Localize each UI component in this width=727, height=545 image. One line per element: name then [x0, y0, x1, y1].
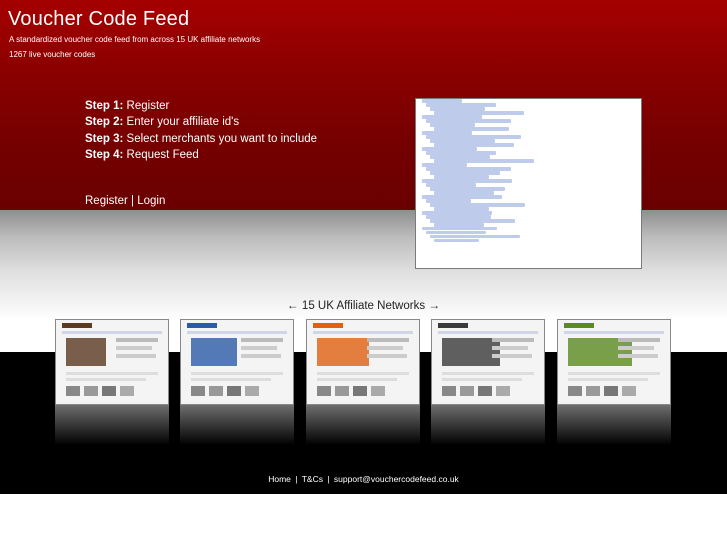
xml-feed-preview-image — [415, 98, 642, 269]
auth-separator: | — [131, 195, 135, 207]
site-title: Voucher Code Feed — [8, 8, 190, 30]
step-label: Step 4: — [85, 148, 124, 161]
step-label: Step 1: — [85, 100, 124, 112]
xml-code-line — [430, 218, 515, 223]
network-thumb-5[interactable] — [557, 319, 671, 405]
network-thumb-3[interactable] — [306, 319, 420, 405]
xml-code-line — [434, 222, 484, 227]
thumbnail-reflection — [557, 405, 671, 445]
step-1: Step 1: Register — [85, 98, 317, 114]
register-link[interactable]: Register — [85, 195, 128, 207]
thumbnail-reflection — [55, 405, 169, 445]
thumbnail-reflection — [306, 405, 420, 445]
step-label: Step 2: — [85, 116, 124, 129]
step-text: Register — [123, 100, 170, 112]
xml-code-line — [426, 214, 491, 219]
auth-links: Register | Login — [85, 195, 165, 207]
networks-label: 15 UK Affiliate Networks — [301, 300, 426, 312]
xml-code-line — [430, 234, 520, 239]
step-text: Select merchants you want to include — [123, 132, 318, 145]
arrow-right-icon[interactable]: → — [428, 298, 440, 312]
footer-links: Home | T&Cs | support@vouchercodefeed.co… — [0, 474, 727, 484]
footer-separator: | — [327, 474, 330, 484]
thumbnail-reflection — [431, 405, 545, 445]
footer-email-link[interactable]: support@vouchercodefeed.co.uk — [334, 474, 459, 484]
footer-separator: | — [295, 474, 298, 484]
xml-code-line — [426, 230, 486, 235]
live-code-count: 1267 live voucher codes — [9, 50, 96, 59]
site-tagline: A standardized voucher code feed from ac… — [9, 35, 261, 44]
steps-list: Step 1: Register Step 2: Enter your affi… — [85, 98, 317, 163]
network-thumb-1[interactable] — [55, 319, 169, 405]
step-2: Step 2: Enter your affiliate id's — [85, 114, 317, 130]
networks-heading: ← 15 UK Affiliate Networks → — [0, 298, 727, 312]
login-link[interactable]: Login — [137, 195, 165, 207]
step-text: Request Feed — [123, 148, 199, 161]
network-thumb-4[interactable] — [431, 319, 545, 405]
xml-code-line — [422, 226, 497, 231]
step-3: Step 3: Select merchants you want to inc… — [85, 131, 317, 147]
network-thumb-2[interactable] — [180, 319, 294, 405]
thumbnail-reflection — [180, 405, 294, 445]
arrow-left-icon[interactable]: ← — [287, 298, 299, 312]
footer-terms-link[interactable]: T&Cs — [302, 474, 323, 484]
step-label: Step 3: — [85, 132, 124, 145]
xml-code-line — [434, 238, 479, 243]
footer-home-link[interactable]: Home — [268, 474, 291, 484]
step-4: Step 4: Request Feed — [85, 147, 317, 163]
step-text: Enter your affiliate id's — [123, 116, 240, 129]
